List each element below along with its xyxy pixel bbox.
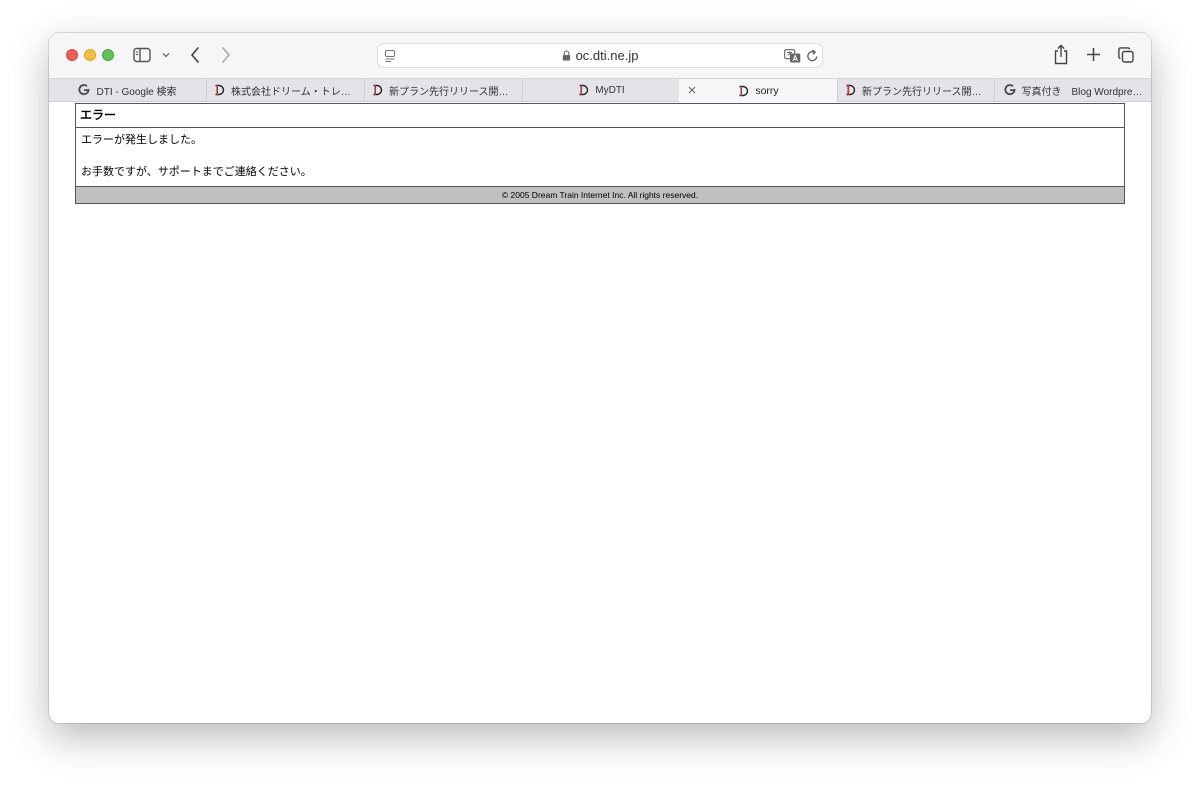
error-text: エラーが発生しました。 xyxy=(81,133,202,146)
tab-new-plan-2[interactable]: 新プラン先行リリース開始… xyxy=(837,79,994,101)
tab-label: 写真付き Blog Wordpre… xyxy=(1021,86,1143,98)
tab-overview-icon[interactable] xyxy=(1118,47,1134,63)
dti-icon xyxy=(739,85,749,96)
share-icon[interactable] xyxy=(1053,44,1069,65)
error-panel: エラー エラーが発生しました。 お手数ですが、サポートまでご連絡ください。 © … xyxy=(75,103,1125,204)
google-icon xyxy=(1003,84,1015,96)
browser-window: oc.dti.ne.jp DTI - Google 検索 株式会社ドリーム・トレ… xyxy=(49,33,1151,723)
dti-icon xyxy=(579,84,589,96)
tab-label: 新プラン先行リリース開始… xyxy=(389,86,516,98)
reload-icon[interactable] xyxy=(806,49,819,63)
tab-label: 新プラン先行リリース開始… xyxy=(862,86,988,98)
tab-blog-wordpress[interactable]: 写真付き Blog Wordpre… xyxy=(994,79,1151,101)
tab-mydti[interactable]: MyDTI xyxy=(522,79,679,101)
close-icon[interactable] xyxy=(685,83,699,97)
copyright-footer: © 2005 Dream Train Internet Inc. All rig… xyxy=(76,187,1124,203)
dti-icon xyxy=(373,84,383,96)
sidebar-icon[interactable] xyxy=(133,47,151,63)
dti-icon xyxy=(215,84,225,96)
url-display[interactable]: oc.dti.ne.jp xyxy=(378,44,822,67)
tab-bar: DTI - Google 検索 株式会社ドリーム・トレイ… 新プラン先行リリース… xyxy=(49,78,1151,102)
web-content: エラー エラーが発生しました。 お手数ですが、サポートまでご連絡ください。 © … xyxy=(49,102,1151,723)
tab-label: MyDTI xyxy=(595,84,625,96)
chevron-down-icon[interactable] xyxy=(161,50,171,60)
url-text: oc.dti.ne.jp xyxy=(575,48,639,63)
forward-arrow-icon[interactable] xyxy=(220,46,232,64)
tab-dti-company[interactable]: 株式会社ドリーム・トレイ… xyxy=(206,79,364,101)
tab-label: 株式会社ドリーム・トレイ… xyxy=(231,86,358,98)
close-window-button[interactable] xyxy=(66,49,78,61)
google-icon xyxy=(78,84,90,96)
plus-icon[interactable] xyxy=(1086,47,1101,62)
translate-icon[interactable] xyxy=(784,49,801,63)
tab-sorry[interactable]: sorry xyxy=(679,79,837,102)
dti-icon xyxy=(846,84,856,96)
tab-google-search[interactable]: DTI - Google 検索 xyxy=(49,79,206,101)
tab-label: sorry xyxy=(755,84,779,97)
error-title: エラー xyxy=(76,104,1124,128)
minimize-window-button[interactable] xyxy=(84,49,96,61)
support-text: お手数ですが、サポートまでご連絡ください。 xyxy=(81,165,312,178)
tab-new-plan-1[interactable]: 新プラン先行リリース開始… xyxy=(364,79,522,101)
address-bar[interactable]: oc.dti.ne.jp xyxy=(377,43,823,68)
lock-icon xyxy=(562,50,570,61)
error-message: エラーが発生しました。 お手数ですが、サポートまでご連絡ください。 xyxy=(76,128,1124,187)
back-arrow-icon[interactable] xyxy=(189,46,201,64)
tab-label: DTI - Google 検索 xyxy=(96,86,177,98)
zoom-window-button[interactable] xyxy=(102,49,114,61)
browser-toolbar: oc.dti.ne.jp xyxy=(49,33,1151,78)
